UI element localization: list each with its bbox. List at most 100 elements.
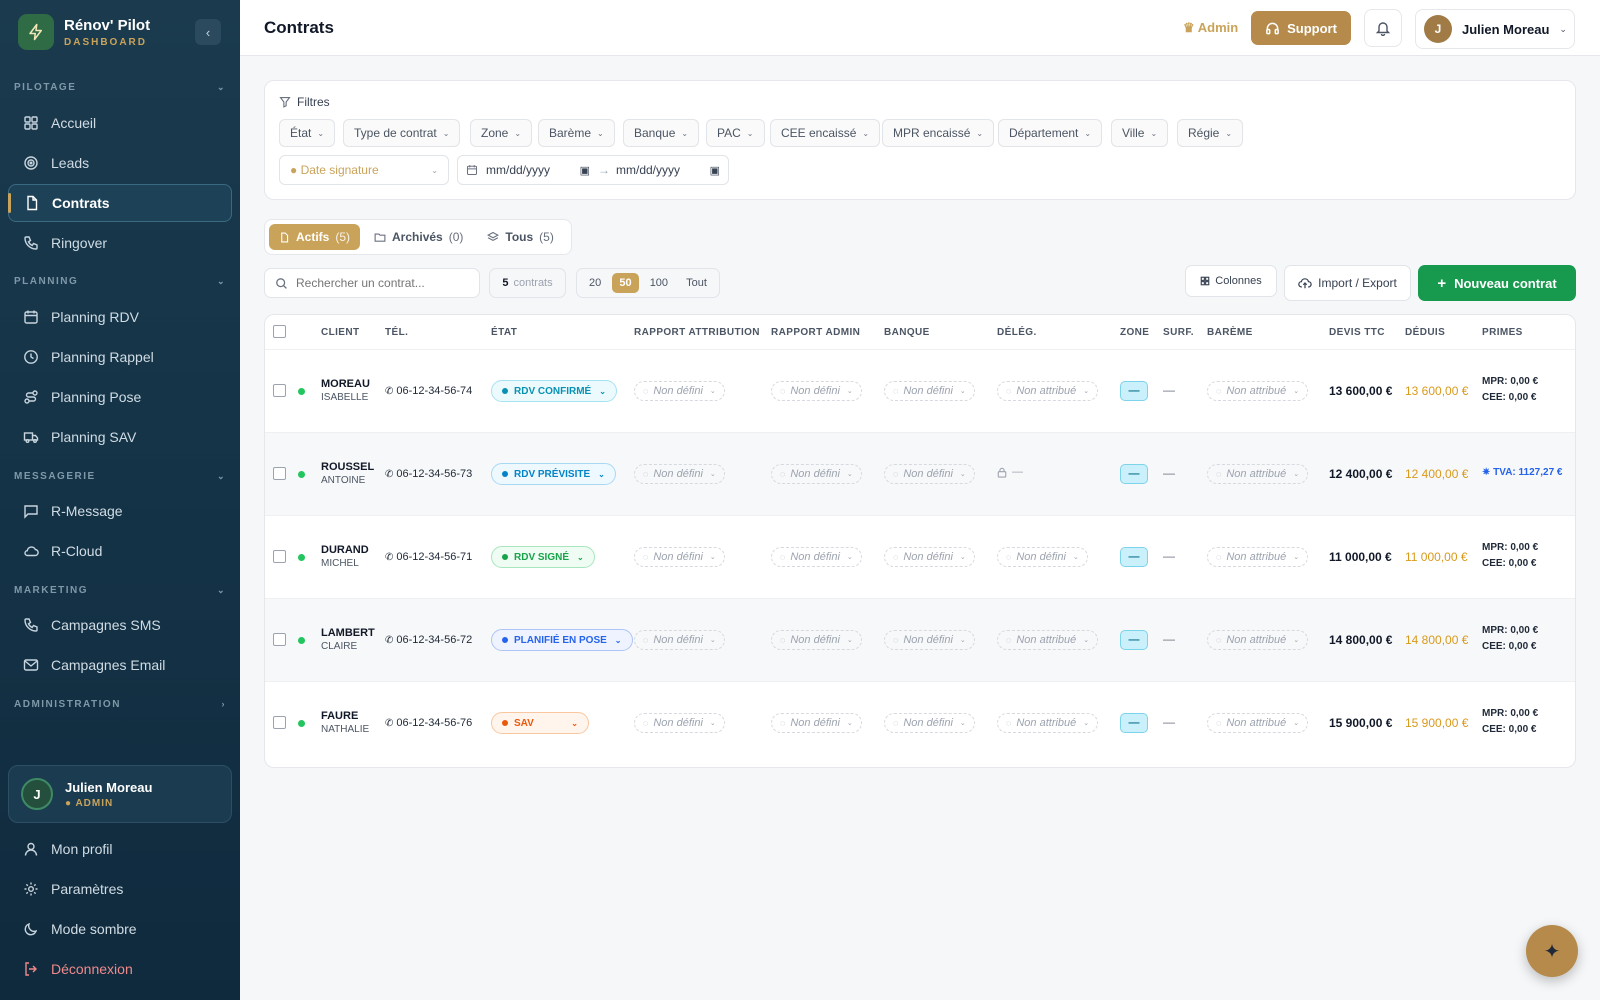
banque-select[interactable]: ◌ Non défini ⌄	[884, 713, 975, 733]
delegation-select[interactable]: ◌ Non attribué ⌄	[997, 713, 1099, 733]
notifications-button[interactable]	[1364, 9, 1402, 47]
section-planning[interactable]: PLANNING ⌄	[14, 276, 226, 287]
row-checkbox[interactable]	[273, 716, 286, 729]
zone-badge[interactable]: —	[1120, 464, 1148, 484]
status-badge[interactable]: SAV ⌄	[491, 712, 589, 734]
admin-link[interactable]: ♛ Admin	[1183, 20, 1238, 36]
support-button[interactable]: Support	[1251, 11, 1351, 45]
table-row[interactable]: LAMBERT CLAIRE ✆ 06-12-34-56-72 PLANIFIÉ E…	[265, 598, 1575, 681]
import-export-button[interactable]: Import / Export	[1284, 265, 1411, 301]
client-cell[interactable]: ROUSSEL ANTOINE	[321, 461, 374, 486]
client-cell[interactable]: DURAND MICHEL	[321, 544, 369, 569]
table-row[interactable]: MOREAU ISABELLE ✆ 06-12-34-56-74 RDV CONFI…	[265, 349, 1575, 432]
rapport-admin-select[interactable]: ◌ Non défini ⌄	[771, 381, 862, 401]
section-pilotage[interactable]: PILOTAGE ⌄	[14, 82, 226, 93]
page-size-all[interactable]: Tout	[679, 273, 714, 293]
phone-cell[interactable]: ✆ 06-12-34-56-74	[385, 385, 472, 397]
banque-select[interactable]: ◌ Non défini ⌄	[884, 547, 975, 567]
page-size-20[interactable]: 20	[582, 273, 608, 293]
row-checkbox[interactable]	[273, 550, 286, 563]
column-header[interactable]: SURF.	[1163, 327, 1194, 338]
column-header[interactable]: DÉLÉG.	[997, 327, 1037, 338]
column-header[interactable]: TÉL.	[385, 327, 408, 338]
bareme-select[interactable]: ◌ Non attribué ⌄	[1207, 381, 1309, 401]
tab-tous[interactable]: Tous (5)	[477, 224, 563, 250]
parametres-link[interactable]: Paramètres	[8, 871, 232, 907]
banque-select[interactable]: ◌ Non défini ⌄	[884, 630, 975, 650]
section-marketing[interactable]: MARKETING ⌄	[14, 585, 226, 596]
filter-mpr-encaisse[interactable]: MPR encaissé ⌄	[882, 119, 995, 147]
phone-cell[interactable]: ✆ 06-12-34-56-71	[385, 551, 472, 563]
filter-etat[interactable]: État ⌄	[279, 119, 336, 147]
tab-archives[interactable]: Archivés (0)	[364, 224, 473, 250]
client-cell[interactable]: FAURE NATHALIE	[321, 710, 369, 735]
delegation-select[interactable]: ◌ Non attribué ⌄	[997, 381, 1099, 401]
sidebar-item-r-message[interactable]: R-Message	[8, 492, 232, 530]
column-header[interactable]: CLIENT	[321, 327, 360, 338]
sidebar-item-r-cloud[interactable]: R-Cloud	[8, 532, 232, 570]
filter-regie[interactable]: Régie ⌄	[1177, 119, 1244, 147]
phone-cell[interactable]: ✆ 06-12-34-56-73	[385, 468, 472, 480]
sidebar-item-leads[interactable]: Leads	[8, 144, 232, 182]
table-row[interactable]: ROUSSEL ANTOINE ✆ 06-12-34-56-73 RDV PRÉVI…	[265, 432, 1575, 515]
status-badge[interactable]: RDV CONFIRMÉ ⌄	[491, 380, 617, 402]
page-size-50[interactable]: 50	[612, 273, 639, 293]
tab-actifs[interactable]: Actifs (5)	[269, 224, 361, 250]
filter-type-contrat[interactable]: Type de contrat ⌄	[343, 119, 461, 147]
status-badge[interactable]: RDV SIGNÉ ⌄	[491, 546, 595, 568]
banque-select[interactable]: ◌ Non défini ⌄	[884, 381, 975, 401]
phone-cell[interactable]: ✆ 06-12-34-56-72	[385, 634, 472, 646]
sidebar-user-card[interactable]: J Julien Moreau ● ADMIN	[8, 765, 232, 823]
sidebar-item-planning-pose[interactable]: Planning Pose	[8, 378, 232, 416]
rapport-attribution-select[interactable]: ◌ Non défini ⌄	[634, 547, 725, 567]
row-checkbox[interactable]	[273, 384, 286, 397]
bareme-select[interactable]: ◌ Non attribué ⌄	[1207, 547, 1309, 567]
column-header[interactable]: DEVIS TTC	[1329, 327, 1385, 338]
new-contract-button[interactable]: + Nouveau contrat	[1418, 265, 1576, 301]
rapport-attribution-select[interactable]: ◌ Non défini ⌄	[634, 630, 725, 650]
zone-badge[interactable]: —	[1120, 713, 1148, 733]
sidebar-item-contrats[interactable]: Contrats	[8, 184, 232, 222]
sidebar-item-planning-sav[interactable]: Planning SAV	[8, 418, 232, 456]
assistant-fab-button[interactable]: ✦	[1526, 925, 1578, 977]
table-row[interactable]: DURAND MICHEL ✆ 06-12-34-56-71 RDV SIGNÉ ⌄ …	[265, 515, 1575, 598]
search-input[interactable]	[296, 276, 466, 290]
column-header[interactable]: RAPPORT ATTRIBUTION	[634, 327, 760, 338]
sidebar-item-campagnes-sms[interactable]: Campagnes SMS	[8, 606, 232, 644]
mon-profil-link[interactable]: Mon profil	[8, 831, 232, 867]
rapport-admin-select[interactable]: ◌ Non défini ⌄	[771, 464, 862, 484]
zone-badge[interactable]: —	[1120, 547, 1148, 567]
calendar-picker-icon[interactable]: ▣	[710, 164, 720, 177]
user-menu[interactable]: J Julien Moreau ⌄	[1415, 9, 1575, 49]
sidebar-item-planning-rappel[interactable]: Planning Rappel	[8, 338, 232, 376]
filter-banque[interactable]: Banque ⌄	[623, 119, 700, 147]
date-to-input[interactable]: mm/dd/yyyy	[616, 163, 710, 177]
filter-ville[interactable]: Ville ⌄	[1111, 119, 1169, 147]
delegation-select[interactable]: ◌ Non attribué ⌄	[997, 630, 1099, 650]
section-messagerie[interactable]: MESSAGERIE ⌄	[14, 471, 226, 482]
bareme-select[interactable]: ◌ Non attribué ⌄	[1207, 713, 1309, 733]
rapport-attribution-select[interactable]: ◌ Non défini ⌄	[634, 713, 725, 733]
column-header[interactable]: DÉDUIS	[1405, 327, 1445, 338]
columns-button[interactable]: Colonnes	[1185, 265, 1277, 297]
table-row[interactable]: FAURE NATHALIE ✆ 06-12-34-56-76 SAV ⌄ ◌ Non …	[265, 681, 1575, 764]
calendar-picker-icon[interactable]: ▣	[580, 164, 590, 177]
filter-pac[interactable]: PAC ⌄	[706, 119, 765, 147]
sidebar-item-campagnes-email[interactable]: Campagnes Email	[8, 646, 232, 684]
client-cell[interactable]: MOREAU ISABELLE	[321, 378, 370, 403]
filter-cee-encaisse[interactable]: CEE encaissé ⌄	[770, 119, 881, 147]
page-size-100[interactable]: 100	[643, 273, 675, 293]
date-field-select[interactable]: ● Date signature ⌄	[279, 155, 449, 185]
banque-select[interactable]: ◌ Non défini ⌄	[884, 464, 975, 484]
phone-cell[interactable]: ✆ 06-12-34-56-76	[385, 717, 472, 729]
status-badge[interactable]: RDV PRÉVISITE ⌄	[491, 463, 616, 485]
zone-badge[interactable]: —	[1120, 630, 1148, 650]
deconnexion-link[interactable]: Déconnexion	[8, 951, 232, 987]
bareme-select[interactable]: ◌ Non attribué ⌄	[1207, 464, 1309, 484]
sidebar-item-planning-rdv[interactable]: Planning RDV	[8, 298, 232, 336]
delegation-select[interactable]: ◌ Non défini ⌄	[997, 547, 1088, 567]
zone-badge[interactable]: —	[1120, 381, 1148, 401]
collapse-sidebar-button[interactable]: ‹	[195, 19, 221, 45]
filter-bareme[interactable]: Barème ⌄	[538, 119, 615, 147]
column-header[interactable]: BANQUE	[884, 327, 930, 338]
